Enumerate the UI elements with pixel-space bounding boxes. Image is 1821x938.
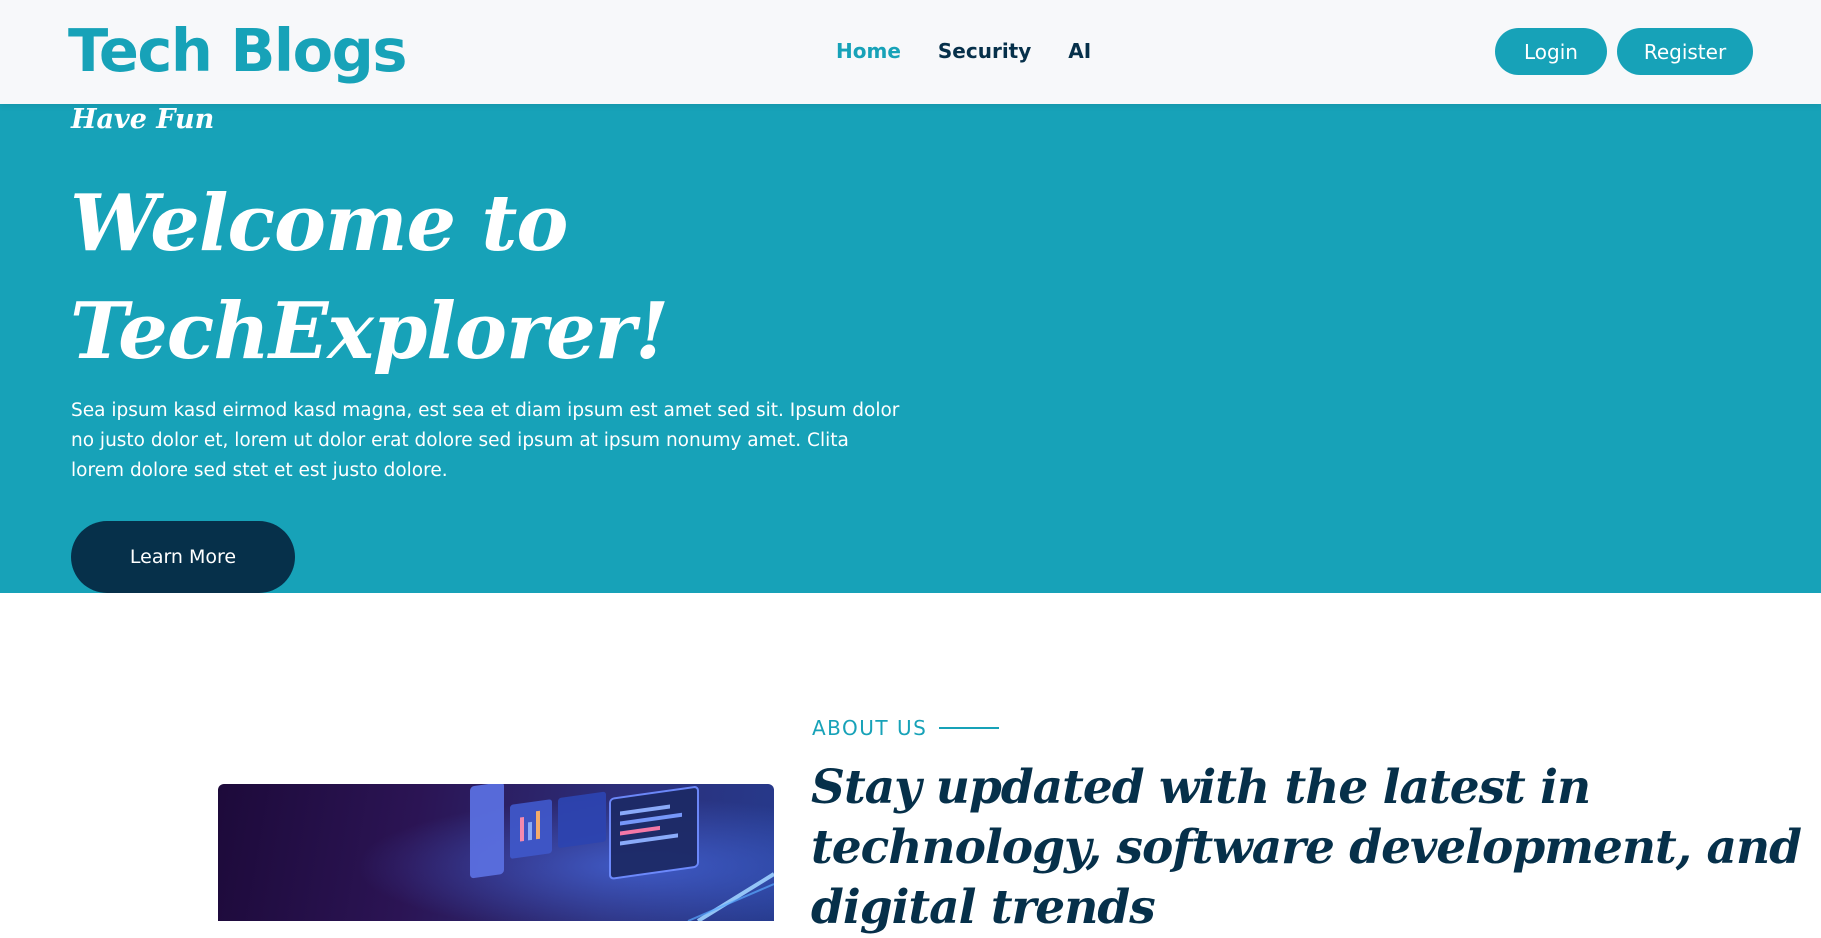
nav-link-security[interactable]: Security — [938, 39, 1031, 63]
learn-more-button[interactable]: Learn More — [71, 521, 295, 593]
kicker-divider — [939, 727, 1000, 729]
navbar: Tech Blogs Home Security AI Login Regist… — [0, 0, 1821, 104]
about-kicker-label: ABOUT US — [812, 716, 928, 740]
about-image — [218, 784, 774, 921]
hero-kicker: Have Fun — [71, 104, 215, 135]
about-kicker: ABOUT US — [812, 714, 1000, 742]
register-button[interactable]: Register — [1617, 28, 1753, 75]
main-nav: Home Security AI — [836, 34, 1091, 68]
nav-link-home[interactable]: Home — [836, 39, 901, 63]
laptop-illustration-icon — [218, 784, 774, 921]
hero-description: Sea ipsum kasd eirmod kasd magna, est se… — [71, 400, 900, 481]
hero-title: Welcome to TechExplorer! — [70, 178, 669, 377]
hero-section: Have Fun Welcome to TechExplorer! Sea ip… — [0, 104, 1821, 593]
brand-logo[interactable]: Tech Blogs — [68, 12, 408, 90]
nav-link-ai[interactable]: AI — [1068, 39, 1091, 63]
about-heading: Stay updated with the latest in technolo… — [811, 760, 1802, 935]
login-button[interactable]: Login — [1495, 28, 1607, 75]
